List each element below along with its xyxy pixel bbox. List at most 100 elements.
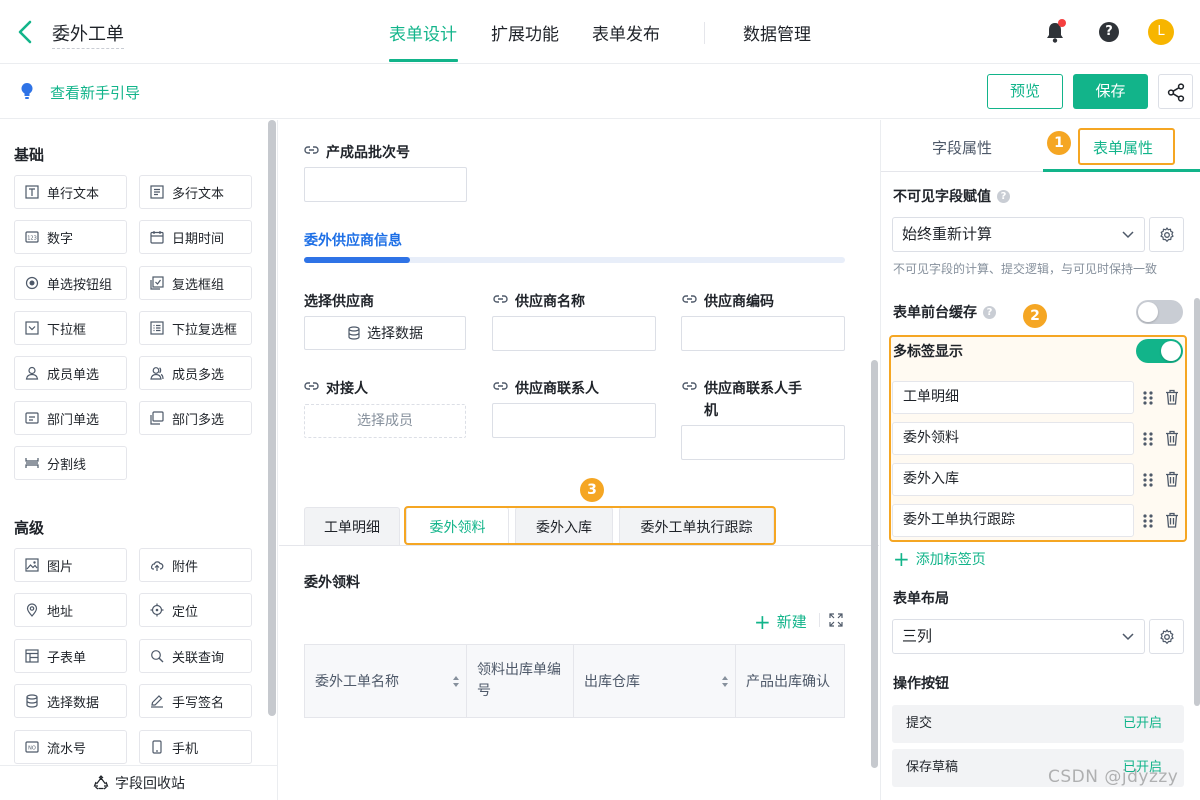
number-icon: 123	[25, 231, 39, 243]
sort-icon[interactable]	[721, 675, 729, 688]
invisible-field-settings-button[interactable]	[1149, 217, 1184, 252]
field-signature[interactable]: 手写签名	[139, 684, 252, 718]
select-member-field[interactable]: 选择成员	[304, 404, 466, 438]
svg-text:NO: NO	[28, 746, 36, 752]
field-number[interactable]: 123 数字	[14, 220, 127, 254]
subtable-header: 委外工单名称 领料出库单编号 出库仓库 产品出库确认	[304, 644, 845, 718]
preview-button[interactable]: 预览	[987, 74, 1063, 109]
right-scrollbar[interactable]	[1194, 298, 1200, 706]
subtable-title: 委外领料	[304, 575, 360, 591]
drag-handle-icon[interactable]	[1142, 390, 1154, 406]
contact-label: 对接人	[304, 378, 368, 398]
field-palette: 基础 单行文本 多行文本 123 数字 日期时间 单选按钮组 复选框组 下拉框 下…	[0, 120, 278, 800]
dropdown-icon	[25, 321, 39, 335]
trash-icon[interactable]	[1165, 430, 1179, 446]
tab-name-input[interactable]: 工单明细	[892, 381, 1134, 414]
chevron-down-icon	[1122, 231, 1134, 239]
op-row-submit[interactable]: 提交 已开启	[892, 705, 1184, 743]
drag-handle-icon[interactable]	[1142, 431, 1154, 447]
layout-settings-button[interactable]	[1149, 619, 1184, 654]
field-mobile[interactable]: 手机	[139, 730, 252, 764]
help-icon[interactable]: ?	[1099, 22, 1119, 42]
supplier-code-input[interactable]	[681, 316, 845, 351]
share-button[interactable]	[1158, 74, 1193, 109]
watermark: CSDN @jdyzzy	[1048, 767, 1179, 787]
tab-form-properties[interactable]: 表单属性	[1093, 137, 1153, 158]
field-department-single[interactable]: 部门单选	[14, 401, 127, 435]
supplier-name-input[interactable]	[492, 316, 656, 351]
invisible-field-select[interactable]: 始终重新计算	[892, 217, 1145, 252]
supplier-contact-input[interactable]	[492, 403, 656, 438]
column-header[interactable]: 委外工单名称	[305, 645, 467, 717]
canvas-tab-outsource-picking[interactable]: 委外领料	[406, 507, 509, 545]
field-multi-line-text[interactable]: 多行文本	[139, 175, 252, 209]
canvas-tab-work-order-detail[interactable]: 工单明细	[304, 507, 400, 545]
field-recycle-bin[interactable]: 字段回收站	[0, 765, 277, 800]
tab-form-design[interactable]: 表单设计	[389, 20, 457, 45]
tab-data-management[interactable]: 数据管理	[743, 20, 811, 45]
field-label: 定位	[172, 604, 199, 620]
field-member-multi[interactable]: 成员多选	[139, 356, 252, 390]
tab-name-input[interactable]: 委外入库	[892, 463, 1134, 496]
column-header[interactable]: 出库仓库	[574, 645, 736, 717]
drag-handle-icon[interactable]	[1142, 472, 1154, 488]
expand-icon[interactable]	[829, 613, 843, 627]
field-dropdown[interactable]: 下拉框	[14, 311, 127, 345]
field-select-data[interactable]: 选择数据	[14, 684, 127, 718]
field-serial-number[interactable]: NO 流水号	[14, 730, 127, 764]
drag-handle-icon[interactable]	[1142, 513, 1154, 529]
beginner-guide-link[interactable]: 查看新手引导	[50, 82, 140, 103]
batch-number-input[interactable]	[304, 167, 467, 202]
new-row-button[interactable]: + 新建	[754, 611, 807, 632]
field-dropdown-checkbox[interactable]: 下拉复选框	[139, 311, 252, 345]
supplier-phone-input[interactable]	[681, 425, 845, 460]
cache-toggle[interactable]	[1136, 300, 1183, 324]
multitab-toggle[interactable]	[1136, 339, 1183, 363]
link-icon	[304, 382, 319, 390]
field-department-multi[interactable]: 部门多选	[139, 401, 252, 435]
field-member-single[interactable]: 成员单选	[14, 356, 127, 390]
field-label: 附件	[172, 559, 199, 575]
tab-field-properties[interactable]: 字段属性	[932, 137, 992, 158]
field-label: 数字	[47, 231, 74, 247]
avatar[interactable]: L	[1148, 19, 1174, 45]
save-button[interactable]: 保存	[1073, 74, 1148, 109]
canvas-tab-outsource-inbound[interactable]: 委外入库	[515, 507, 613, 545]
add-tab-button[interactable]: + 添加标签页	[893, 549, 986, 569]
left-scrollbar[interactable]	[268, 120, 276, 716]
canvas-scrollbar[interactable]	[871, 360, 878, 768]
canvas-tab-execution-tracking[interactable]: 委外工单执行跟踪	[619, 507, 774, 545]
tab-name-input[interactable]: 委外领料	[892, 422, 1134, 455]
question-icon[interactable]: ?	[983, 305, 996, 319]
field-attachment[interactable]: 附件	[139, 548, 252, 582]
question-icon[interactable]: ?	[997, 189, 1010, 203]
field-subform[interactable]: 子表单	[14, 639, 127, 673]
column-header[interactable]: 产品出库确认	[736, 645, 844, 717]
field-radio-group[interactable]: 单选按钮组	[14, 266, 127, 300]
sort-icon[interactable]	[452, 675, 460, 688]
pen-icon	[151, 695, 163, 708]
app-title[interactable]: 委外工单	[52, 20, 124, 49]
tab-form-publish[interactable]: 表单发布	[592, 20, 660, 45]
tab-extensions[interactable]: 扩展功能	[491, 20, 559, 45]
field-divider[interactable]: 分割线	[14, 446, 127, 480]
trash-icon[interactable]	[1165, 471, 1179, 487]
database-icon	[348, 326, 360, 340]
trash-icon[interactable]	[1165, 389, 1179, 405]
back-arrow-icon[interactable]	[14, 18, 38, 46]
field-datetime[interactable]: 日期时间	[139, 220, 252, 254]
field-geolocation[interactable]: 定位	[139, 593, 252, 627]
trash-icon[interactable]	[1165, 512, 1179, 528]
share-icon	[1167, 83, 1185, 102]
field-related-query[interactable]: 关联查询	[139, 639, 252, 673]
field-image[interactable]: 图片	[14, 548, 127, 582]
field-address[interactable]: 地址	[14, 593, 127, 627]
tab-name-input[interactable]: 委外工单执行跟踪	[892, 504, 1134, 537]
select-data-button[interactable]: 选择数据	[304, 316, 466, 350]
column-header[interactable]: 领料出库单编号	[467, 645, 574, 717]
subform-icon	[25, 649, 39, 663]
field-checkbox-group[interactable]: 复选框组	[139, 266, 252, 300]
radio-icon	[25, 276, 39, 290]
layout-select[interactable]: 三列	[892, 619, 1145, 654]
field-single-line-text[interactable]: 单行文本	[14, 175, 127, 209]
